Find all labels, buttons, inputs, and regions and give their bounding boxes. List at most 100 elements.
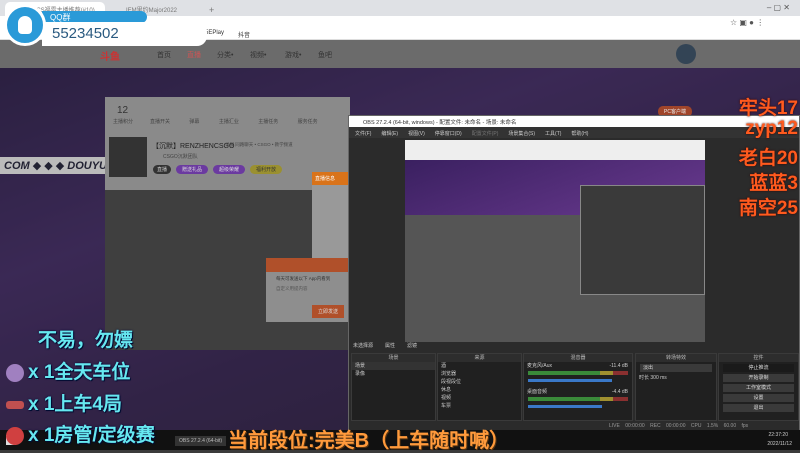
- nav-item[interactable]: 鱼吧: [318, 50, 332, 60]
- panel-buttons: 直播 赠送礼品 超级荣耀 福利开放: [153, 165, 283, 174]
- bookmark-douyin[interactable]: 抖音: [238, 30, 250, 39]
- send-button[interactable]: 立即发送: [311, 305, 344, 318]
- menu-item[interactable]: 工具(T): [545, 130, 561, 137]
- score-value: 12: [117, 105, 129, 116]
- source-item[interactable]: 车票: [438, 402, 521, 410]
- streamer-tags: 举报 同路聊天 • CSGO • 教学频道: [225, 142, 293, 147]
- icon-label[interactable]: 主播汇业: [219, 119, 239, 125]
- douyu-logo[interactable]: 斗鱼: [100, 48, 120, 63]
- overlay-line: 不易，勿嫖: [38, 330, 134, 351]
- panel-icons[interactable]: 直播开关 弹幕 主播汇业 主播任务 服务任务: [150, 118, 340, 125]
- live-info-title: 直播信息: [312, 172, 352, 185]
- clock-time: 22:37:20: [768, 432, 788, 438]
- dock-header: 来源: [438, 354, 521, 362]
- mixer-channel-name: 麦克风/Aux: [527, 363, 553, 369]
- window-controls[interactable]: – ▢ ✕: [767, 3, 790, 12]
- scenes-dock: 场景 场景 录像: [351, 353, 436, 421]
- icon-label[interactable]: 主播任务: [258, 119, 278, 125]
- source-item[interactable]: 休息: [438, 386, 521, 394]
- qq-group-badge: QQ群 55234502: [2, 2, 207, 48]
- volume-slider[interactable]: [528, 405, 602, 408]
- studio-mode-button[interactable]: 工作室模式: [723, 384, 794, 392]
- nav-item[interactable]: 直播: [187, 50, 201, 60]
- profile-icon[interactable]: ☆ ▣ ● ⋮: [730, 18, 764, 27]
- menu-item[interactable]: 帮助(H): [571, 130, 588, 137]
- team-badge: CSGO沉默团队: [163, 154, 198, 160]
- audio-meter: [528, 371, 628, 375]
- obs-preview[interactable]: [405, 140, 705, 342]
- menu-item[interactable]: 配置文件(P): [472, 130, 499, 137]
- nav-item[interactable]: 游戏•: [285, 50, 301, 60]
- no-source-label: 未选择源: [353, 343, 374, 349]
- panel-button[interactable]: 超级荣耀: [213, 165, 246, 174]
- preview-nested-obs: [580, 185, 705, 295]
- source-item[interactable]: 酒: [438, 362, 521, 370]
- menu-item[interactable]: 停靠窗口(D): [435, 130, 462, 137]
- qq-number: 55234502: [42, 22, 207, 46]
- nav-item[interactable]: 视频•: [250, 50, 266, 60]
- current-rank-text: 当前段位:完美B（上车随时喊）: [228, 430, 510, 452]
- controls-dock: 控件 停止推流 开始录制 工作室模式 设置 退出: [718, 353, 799, 421]
- rank-entry: zyp12: [745, 118, 798, 139]
- icon-label[interactable]: 弹幕: [189, 119, 199, 125]
- transition-select[interactable]: 淡出: [640, 364, 712, 372]
- stop-streaming-button[interactable]: 停止推流: [723, 364, 794, 372]
- obs-menu: 文件(F) 编辑(E) 视图(V) 停靠窗口(D) 配置文件(P) 场景集合(S) 工具(T…: [349, 127, 799, 138]
- nav-item[interactable]: 首页: [157, 50, 171, 60]
- menu-item[interactable]: 文件(F): [355, 130, 371, 137]
- audio-meter: [528, 397, 628, 401]
- scene-item[interactable]: 场景: [352, 362, 435, 370]
- obs-title: OBS 27.2.4 (64-bit, windows) - 配置文件: 未命名…: [349, 116, 799, 127]
- exit-button[interactable]: 退出: [723, 404, 794, 412]
- dock-header: 控件: [719, 354, 798, 362]
- scene-item[interactable]: 录像: [352, 370, 435, 378]
- streamer-thumbnail[interactable]: [109, 137, 147, 177]
- send-dialog: 每天可发送以下 App内看到 自定义用提内容 立即发送: [266, 258, 350, 322]
- volume-slider[interactable]: [528, 379, 612, 382]
- source-toolbar: 未选择源 属性 滤镜: [353, 342, 417, 349]
- overlay-line: x 1全天车位: [6, 357, 130, 384]
- menu-item[interactable]: 视图(V): [408, 130, 425, 137]
- taskbar-obs[interactable]: OBS 27.2.4 (64-bit): [175, 436, 227, 446]
- clock-date: 2022/11/12: [767, 441, 792, 447]
- icon-label[interactable]: 服务任务: [298, 119, 318, 125]
- dock-header: 转场特效: [636, 354, 716, 362]
- menu-item[interactable]: 编辑(E): [381, 130, 398, 137]
- mixer-channel-name: 桌面音频: [527, 389, 548, 395]
- mixer-db: -4.4 dB: [611, 389, 628, 395]
- settings-button[interactable]: 设置: [723, 394, 794, 402]
- banner-text: COM ◆ ◆ ◆ DOUYU.CO: [0, 157, 105, 174]
- menu-item[interactable]: 场景集合(S): [508, 130, 535, 137]
- preview-browser: [405, 140, 705, 160]
- panel-button[interactable]: 直播: [153, 165, 172, 174]
- mixer-db: -11.4 dB: [609, 363, 628, 369]
- duration-input[interactable]: 300 ms: [650, 375, 666, 381]
- avatar[interactable]: [676, 44, 696, 64]
- qq-penguin-icon: [4, 4, 46, 46]
- properties-button[interactable]: 属性: [385, 342, 395, 349]
- duration-label: 时长: [639, 375, 650, 381]
- dialog-input[interactable]: 自定义用提内容: [266, 286, 350, 292]
- rank-entry: 老白20: [738, 148, 798, 169]
- new-tab-button[interactable]: +: [205, 2, 222, 16]
- panel-button[interactable]: 赠送礼品: [176, 165, 209, 174]
- start-recording-button[interactable]: 开始录制: [723, 374, 794, 382]
- icon-label[interactable]: 直播开关: [150, 119, 170, 125]
- source-item[interactable]: 视频: [438, 394, 521, 402]
- score-label: 主播积分: [113, 119, 134, 125]
- streamer-name: 【沉默】RENZHENCSGO: [152, 143, 235, 150]
- dialog-hint: 每天可发送以下 App内看到: [276, 276, 331, 281]
- bookmark-5eplay[interactable]: 5EPlay: [205, 30, 224, 36]
- source-item[interactable]: 浏览器: [438, 370, 521, 378]
- rank-entry: 蓝蓝3: [749, 173, 798, 194]
- source-item[interactable]: 段视段位: [438, 378, 521, 386]
- panel-button[interactable]: 福利开放: [250, 165, 283, 174]
- filters-button[interactable]: 滤镜: [407, 342, 417, 349]
- airplane-icon: [6, 400, 24, 409]
- mixer-dock: 混音器 麦克风/Aux -11.4 dB 桌面音频 -4.4 dB: [523, 353, 633, 421]
- nav-item[interactable]: 分类•: [217, 50, 233, 60]
- dock-header: 混音器: [524, 354, 632, 362]
- dialog-header: [266, 258, 350, 272]
- transitions-dock: 转场特效 淡出 时长 300 ms: [635, 353, 717, 421]
- rocket-icon: [6, 426, 24, 445]
